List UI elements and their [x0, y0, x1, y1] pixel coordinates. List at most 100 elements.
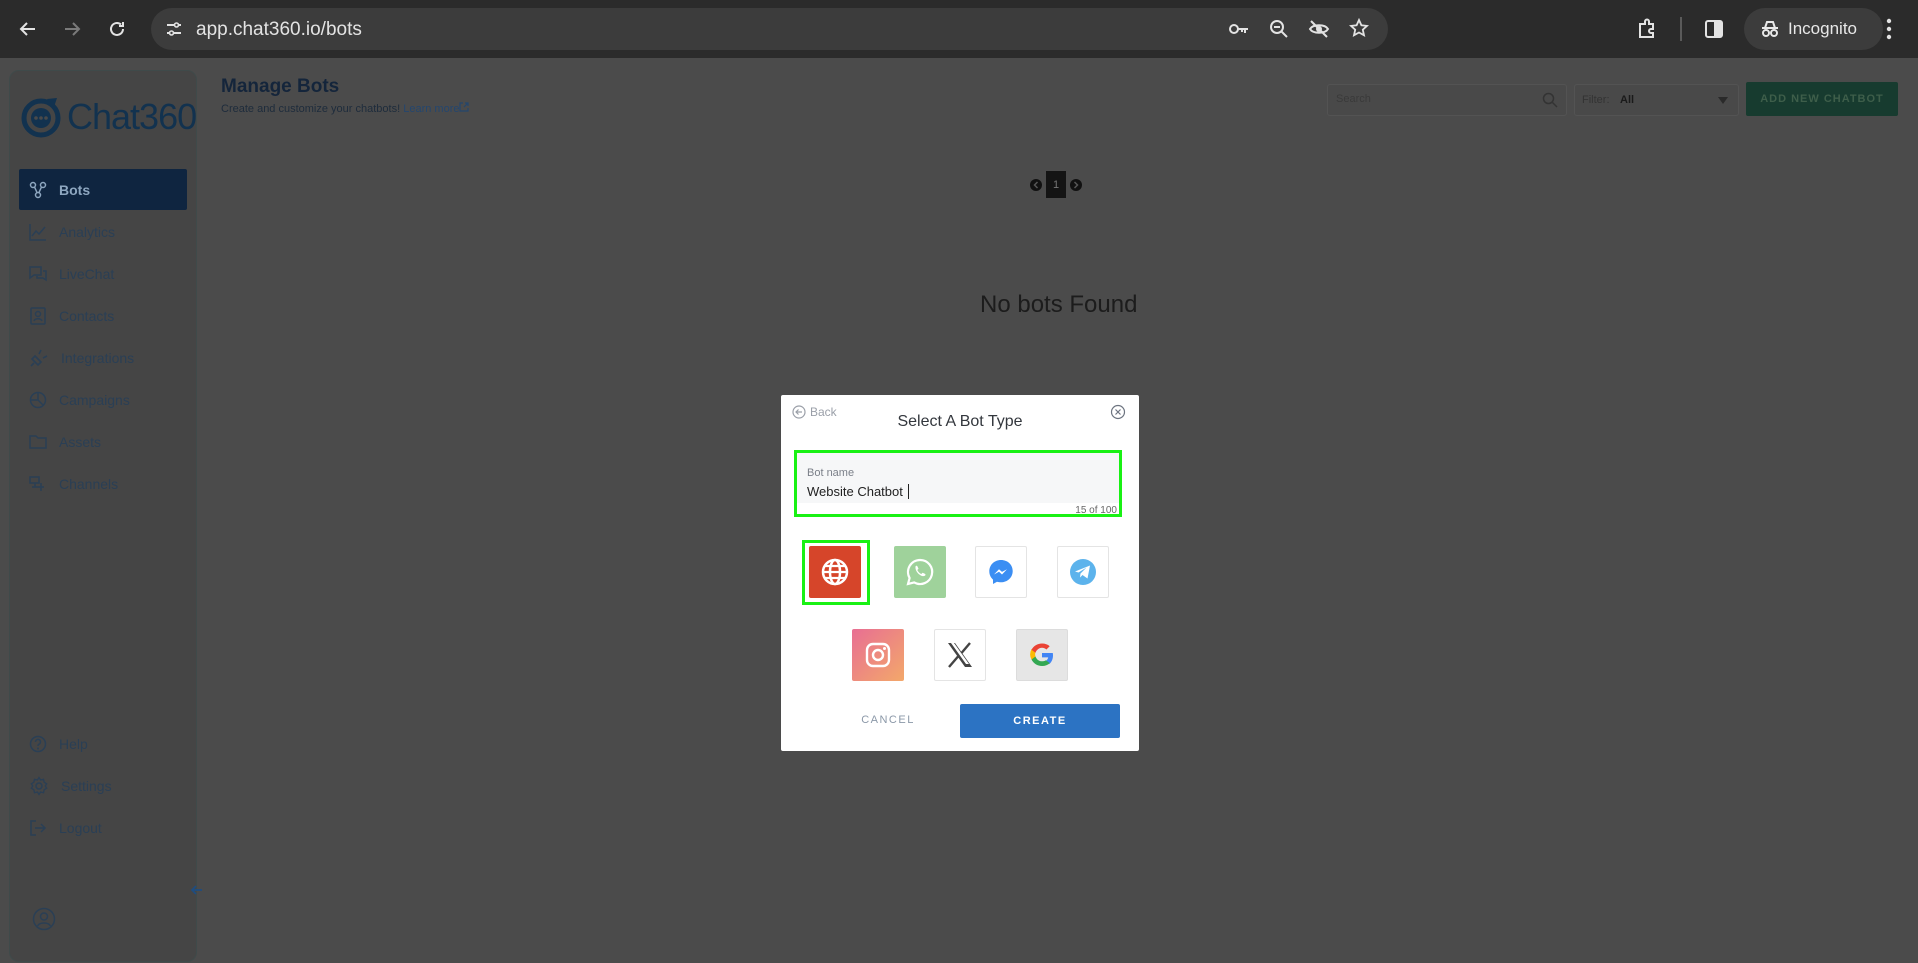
gear-icon: [30, 775, 48, 796]
incognito-icon: [1762, 21, 1778, 37]
star-icon[interactable]: [1349, 18, 1369, 38]
search-icon[interactable]: [1542, 92, 1558, 108]
telegram-icon: [1070, 559, 1096, 585]
campaigns-icon: [29, 391, 47, 408]
sidebar-item-label: Integrations: [61, 349, 135, 366]
channels-icon: [29, 475, 44, 491]
filter-value: All: [1620, 94, 1635, 106]
zoom-icon[interactable]: [1269, 19, 1289, 39]
sidebar-item-logout[interactable]: Logout: [19, 807, 187, 848]
address-bar[interactable]: app.chat360.io/bots: [151, 8, 1388, 50]
bot-type-messenger[interactable]: [975, 546, 1027, 598]
bot-type-google[interactable]: [1016, 629, 1068, 681]
sidebar-item-campaigns[interactable]: Campaigns: [19, 379, 187, 420]
learn-more-link[interactable]: Learn more: [403, 103, 459, 115]
sidebar-item-analytics[interactable]: Analytics: [19, 211, 187, 252]
add-new-chatbot-button[interactable]: ADD NEW CHATBOT: [1746, 82, 1898, 116]
back-arrow-icon[interactable]: [13, 14, 43, 44]
bot-name-input[interactable]: Website Chatbot: [807, 484, 903, 499]
sidebar-item-label: Settings: [61, 777, 112, 794]
logo-text: Chat360: [67, 96, 197, 137]
search-input[interactable]: Search: [1327, 84, 1567, 116]
messenger-icon: [989, 560, 1013, 584]
chat360-logo-icon: [21, 98, 61, 138]
chevron-down-icon: [1718, 97, 1728, 104]
incognito-label: Incognito: [1788, 19, 1857, 38]
page-number[interactable]: 1: [1046, 171, 1066, 198]
help-icon: [29, 735, 47, 752]
bot-name-field[interactable]: Bot name Website Chatbot 15 of 100: [794, 450, 1122, 517]
avatar[interactable]: [32, 907, 56, 931]
sidebar-item-settings[interactable]: Settings: [19, 765, 187, 806]
sidebar-item-label: Channels: [59, 475, 119, 492]
side-panel-icon[interactable]: [1703, 18, 1725, 40]
key-icon[interactable]: [1228, 20, 1250, 38]
sidebar-item-label: Assets: [59, 433, 102, 450]
bot-type-telegram[interactable]: [1057, 546, 1109, 598]
prev-page-icon[interactable]: [1030, 178, 1042, 191]
sidebar-item-label: Bots: [59, 181, 91, 198]
next-page-icon[interactable]: [1070, 178, 1082, 191]
filter-label: Filter:: [1582, 94, 1610, 106]
bot-type-whatsapp[interactable]: [894, 546, 946, 598]
bot-type-x[interactable]: [934, 629, 986, 681]
char-counter: 15 of 100: [1075, 505, 1117, 516]
subtitle-text: Create and customize your chatbots!: [221, 103, 401, 115]
sidebar: Chat360 Bots Analytics LiveChat Contacts…: [9, 70, 202, 962]
sidebar-item-livechat[interactable]: LiveChat: [19, 253, 187, 294]
instagram-icon: [865, 642, 891, 668]
text-cursor: [908, 484, 909, 499]
sidebar-item-contacts[interactable]: Contacts: [19, 295, 187, 336]
analytics-icon: [29, 223, 46, 241]
sidebar-item-channels[interactable]: Channels: [19, 463, 187, 504]
bot-name-label: Bot name: [807, 467, 855, 479]
forward-arrow-icon[interactable]: [57, 14, 87, 44]
globe-icon: [821, 558, 849, 586]
browser-toolbar: app.chat360.io/bots Incognito: [0, 0, 1918, 58]
page-title: Manage Bots: [221, 76, 340, 97]
google-icon: [1030, 643, 1053, 666]
sidebar-item-label: Campaigns: [59, 391, 130, 408]
eye-off-icon[interactable]: [1308, 19, 1330, 39]
sidebar-item-label: Contacts: [59, 307, 115, 324]
bots-icon: [29, 181, 47, 198]
sidebar-item-label: LiveChat: [59, 265, 115, 282]
url-text[interactable]: app.chat360.io/bots: [196, 19, 362, 41]
reload-icon[interactable]: [102, 14, 132, 44]
bot-type-instagram[interactable]: [852, 629, 904, 681]
external-link-icon[interactable]: [459, 102, 470, 112]
sidebar-item-label: Logout: [59, 819, 102, 836]
modal-title: Select A Bot Type: [897, 413, 1023, 430]
extensions-icon[interactable]: [1636, 18, 1658, 40]
livechat-icon: [29, 265, 47, 281]
cancel-button[interactable]: CANCEL: [836, 704, 940, 736]
select-bot-type-modal: Back Select A Bot Type Bot name Website …: [781, 395, 1139, 751]
sidebar-item-bots[interactable]: Bots: [19, 169, 187, 210]
bot-type-website[interactable]: [809, 546, 861, 598]
plug-icon: [30, 349, 48, 367]
logout-icon: [30, 819, 47, 836]
sidebar-item-assets[interactable]: Assets: [19, 421, 187, 462]
whatsapp-icon: [906, 558, 934, 586]
incognito-badge[interactable]: Incognito: [1744, 8, 1883, 50]
pagination: 1: [1030, 171, 1082, 198]
page-subtitle: Create and customize your chatbots! Lear…: [221, 102, 470, 115]
filter-select[interactable]: Filter: All: [1574, 84, 1739, 116]
empty-state-message: No bots Found: [980, 291, 1138, 318]
sidebar-item-label: Help: [59, 735, 88, 752]
search-placeholder: Search: [1336, 93, 1371, 105]
sidebar-item-label: Analytics: [59, 223, 116, 240]
kebab-menu-icon[interactable]: [1885, 17, 1893, 41]
x-logo-icon: [948, 642, 972, 668]
app-root: Chat360 Bots Analytics LiveChat Contacts…: [0, 58, 1918, 963]
toolbar-divider: [1680, 17, 1682, 41]
collapse-sidebar-icon[interactable]: [190, 883, 204, 897]
sidebar-item-help[interactable]: Help: [19, 723, 187, 764]
logo[interactable]: Chat360: [21, 95, 197, 139]
contacts-icon: [30, 306, 46, 325]
folder-icon: [29, 434, 47, 449]
site-settings-icon[interactable]: [165, 20, 183, 38]
create-button[interactable]: CREATE: [960, 704, 1120, 738]
close-icon[interactable]: [1110, 404, 1126, 420]
sidebar-item-integrations[interactable]: Integrations: [19, 337, 187, 378]
